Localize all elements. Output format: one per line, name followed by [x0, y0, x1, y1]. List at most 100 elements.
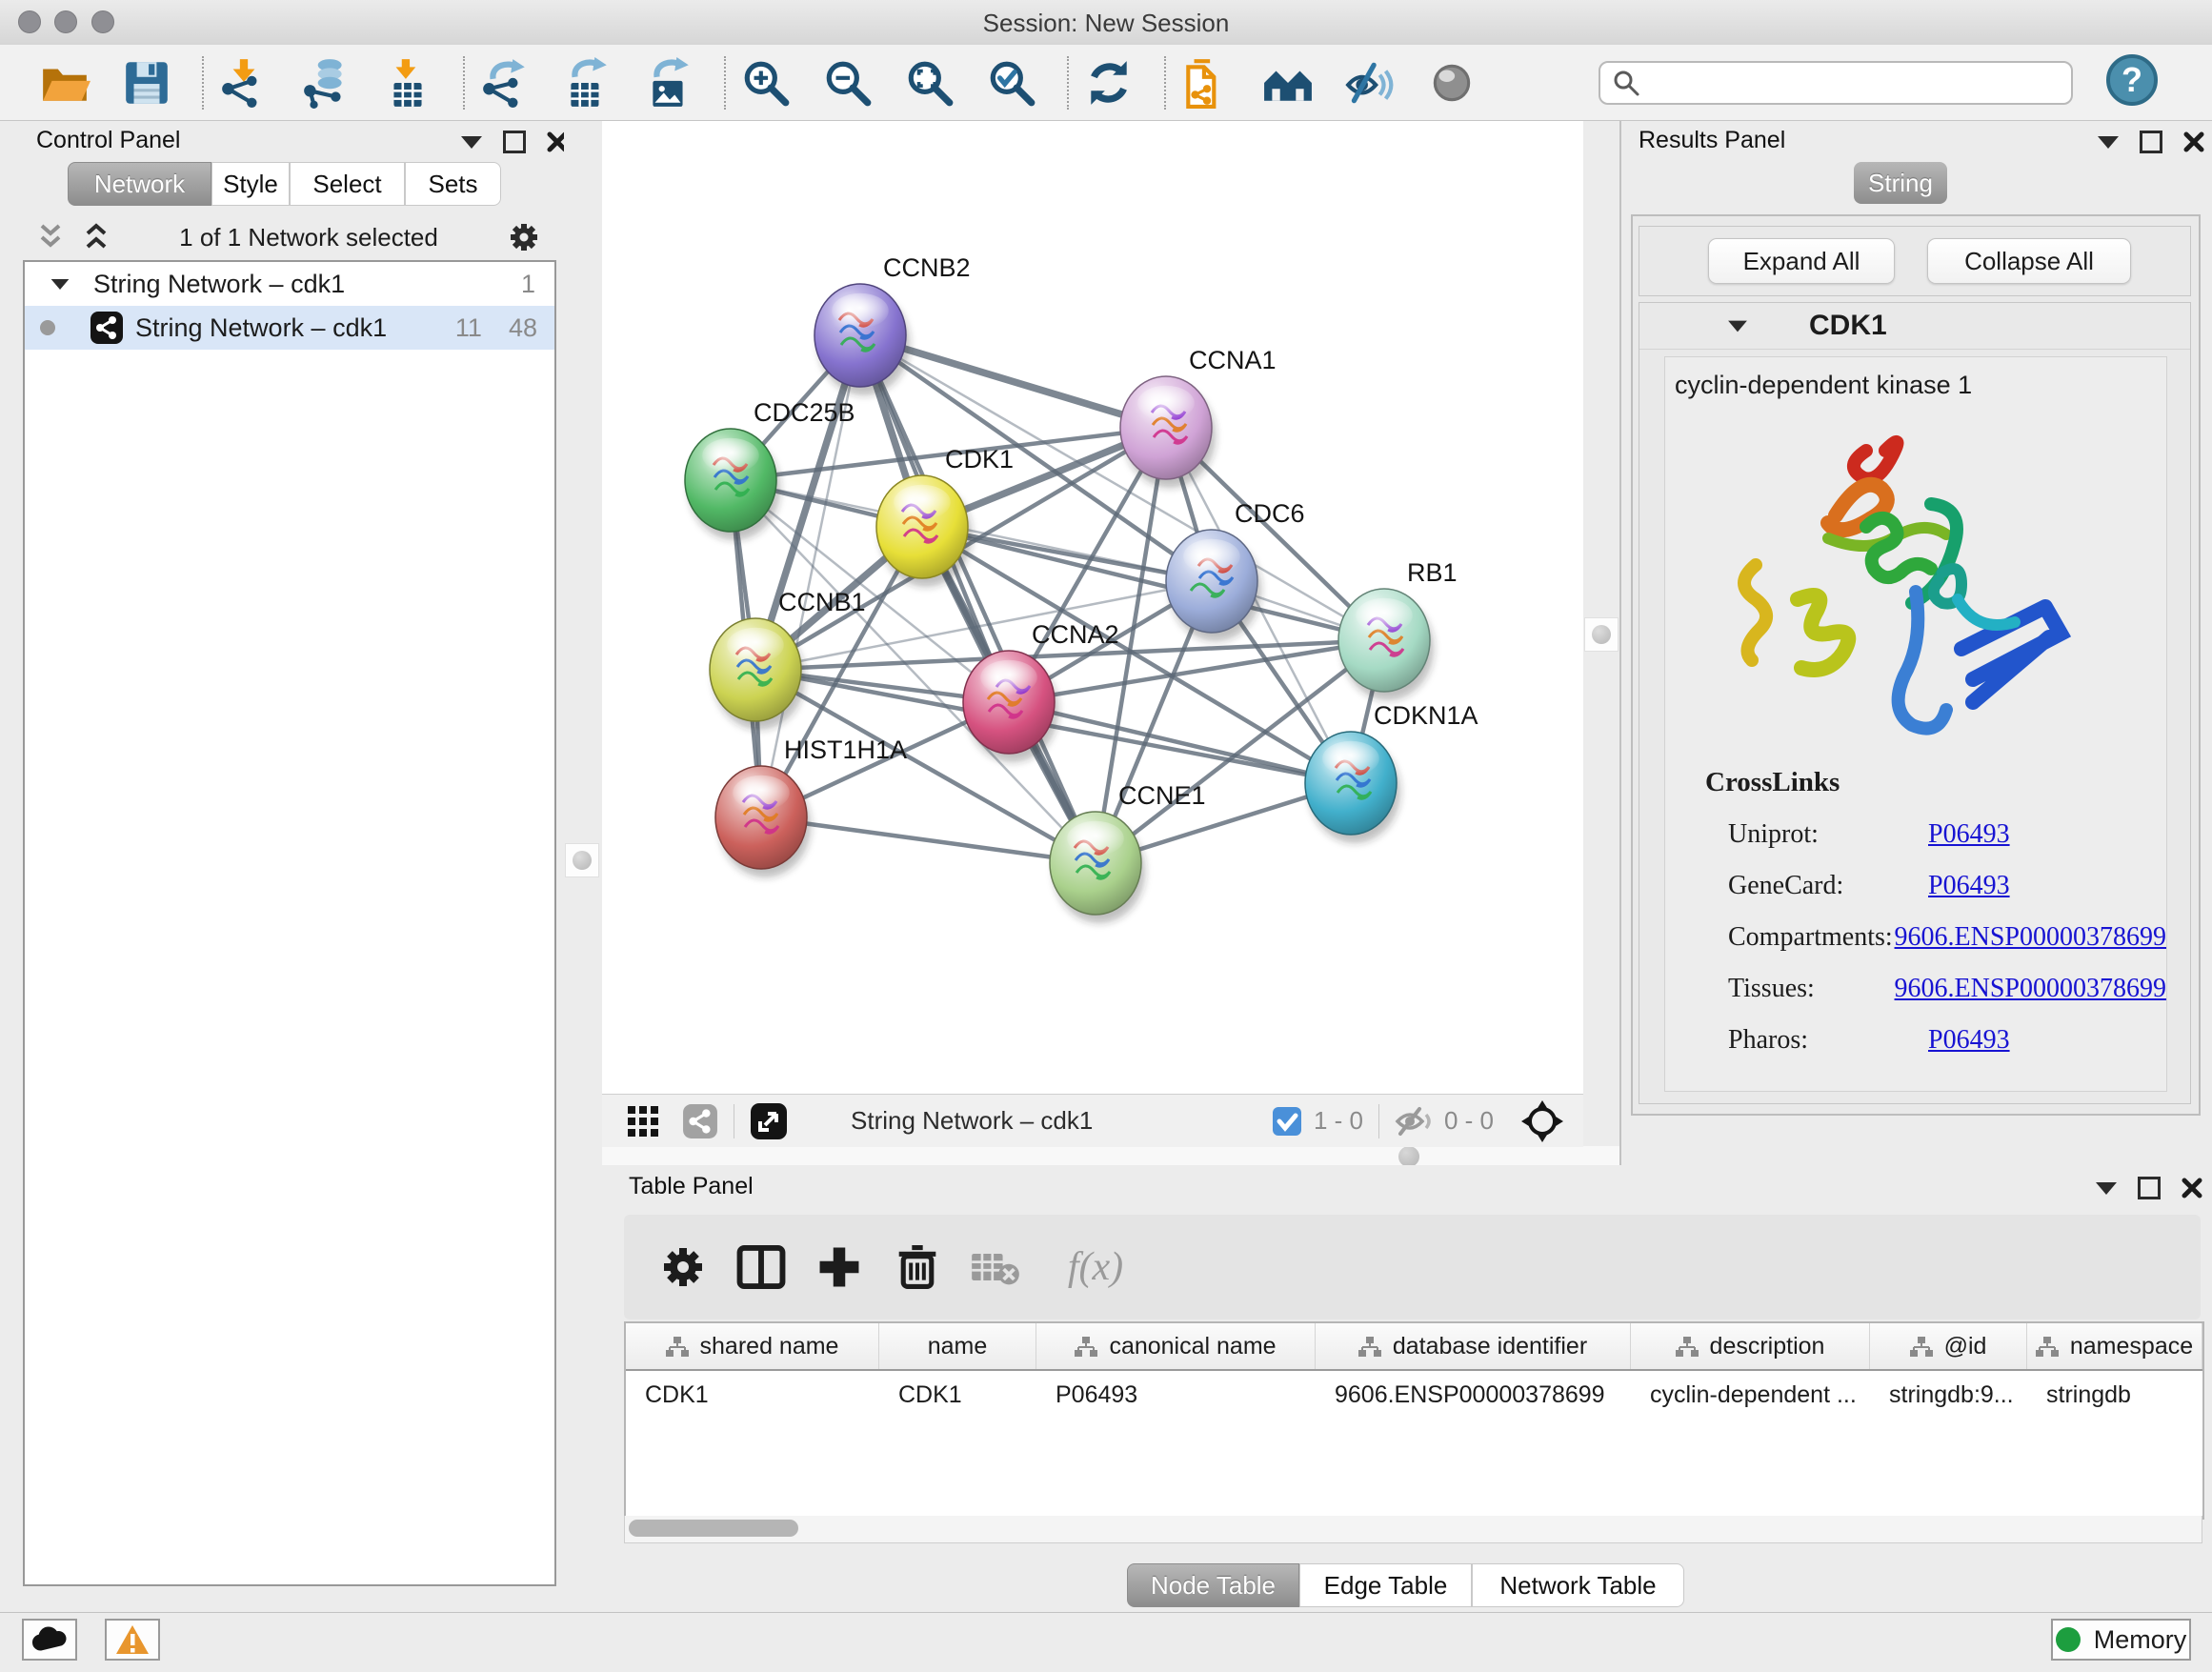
column-header--id[interactable]: @id — [1870, 1323, 2027, 1369]
hidden-eye-icon[interactable] — [1395, 1106, 1433, 1137]
hide-graphics-details-button[interactable] — [1343, 56, 1397, 110]
expand-all-chevron-icon[interactable] — [82, 222, 111, 252]
export-image-button[interactable] — [642, 56, 695, 110]
memory-button[interactable]: Memory — [2051, 1619, 2191, 1661]
network-node-CCNE1[interactable] — [1050, 812, 1145, 923]
network-node-CCNB2[interactable] — [814, 284, 910, 395]
network-node-CDKN1A[interactable] — [1305, 732, 1400, 843]
delete-column-button[interactable] — [887, 1237, 948, 1298]
crosslink-compartments-link[interactable]: 9606.ENSP00000378699 — [1895, 922, 2166, 953]
table-cell[interactable]: stringdb:9... — [1870, 1371, 2027, 1419]
function-builder-button[interactable]: f(x) — [1043, 1237, 1148, 1298]
collapse-all-button[interactable]: Collapse All — [1927, 238, 2131, 284]
add-column-button[interactable] — [809, 1237, 870, 1298]
network-node-HIST1H1A[interactable] — [715, 766, 811, 877]
export-table-button[interactable] — [560, 56, 613, 110]
collapse-all-chevron-icon[interactable] — [36, 222, 65, 252]
selected-checkbox-icon[interactable] — [1272, 1106, 1302, 1137]
network-row-selected[interactable]: String Network – cdk1 11 48 — [25, 306, 554, 350]
network-edge[interactable] — [761, 817, 1096, 863]
scrollbar-thumb[interactable] — [629, 1520, 798, 1537]
float-panel-icon[interactable] — [503, 131, 526, 153]
tab-node-table[interactable]: Node Table — [1127, 1563, 1299, 1607]
open-session-button[interactable] — [38, 56, 91, 110]
network-node-CCNA1[interactable] — [1120, 376, 1216, 488]
column-header-description[interactable]: description — [1631, 1323, 1870, 1369]
tab-edge-table[interactable]: Edge Table — [1299, 1563, 1472, 1607]
left-splitter-handle[interactable] — [565, 843, 599, 877]
float-panel-icon[interactable] — [2138, 1177, 2161, 1199]
network-node-CCNA2[interactable] — [963, 651, 1058, 762]
crosslink-pharos-link[interactable]: P06493 — [1928, 1025, 2010, 1056]
render-detail-button[interactable] — [1425, 56, 1478, 110]
network-edge[interactable] — [860, 335, 1096, 863]
tab-style[interactable]: Style — [211, 162, 290, 206]
tab-select[interactable]: Select — [290, 162, 405, 206]
warning-status-button[interactable] — [105, 1619, 160, 1661]
zoom-selected-button[interactable] — [985, 56, 1038, 110]
help-button[interactable]: ? — [2105, 53, 2159, 111]
column-header-canonical-name[interactable]: canonical name — [1036, 1323, 1316, 1369]
close-panel-icon[interactable] — [2182, 1178, 2202, 1199]
crosslink-genecard-link[interactable]: P06493 — [1928, 871, 2010, 901]
apply-layout-button[interactable] — [1082, 56, 1136, 110]
table-cell[interactable]: CDK1 — [879, 1371, 1036, 1419]
network-node-CDK1[interactable] — [876, 475, 972, 587]
show-column-panel-button[interactable] — [731, 1237, 792, 1298]
column-header-namespace[interactable]: namespace — [2027, 1323, 2202, 1369]
right-splitter[interactable] — [1583, 121, 1618, 1165]
share-session-document-button[interactable] — [1179, 56, 1233, 110]
collection-expander-icon[interactable] — [51, 278, 70, 289]
delete-table-button[interactable] — [965, 1237, 1026, 1298]
panel-menu-icon[interactable] — [2098, 136, 2119, 149]
home-networks-button[interactable] — [1261, 56, 1315, 110]
network-collection-row[interactable]: String Network – cdk1 1 — [25, 262, 554, 306]
grid-view-icon[interactable] — [627, 1105, 659, 1138]
network-share-view-icon[interactable] — [682, 1103, 718, 1139]
tab-network-table[interactable]: Network Table — [1472, 1563, 1684, 1607]
table-cell[interactable]: stringdb — [2027, 1371, 2202, 1419]
import-table-button[interactable] — [381, 56, 434, 110]
table-cell[interactable]: cyclin-dependent ... — [1631, 1371, 1870, 1419]
network-node-RB1[interactable] — [1338, 589, 1434, 700]
table-cell[interactable]: P06493 — [1036, 1371, 1316, 1419]
save-session-button[interactable] — [120, 56, 173, 110]
crosslink-uniprot-link[interactable]: P06493 — [1928, 819, 2010, 850]
node-section-header[interactable]: CDK1 — [1639, 303, 2190, 350]
zoom-fit-button[interactable] — [903, 56, 956, 110]
table-cell[interactable]: 9606.ENSP00000378699 — [1316, 1371, 1631, 1419]
column-header-database-identifier[interactable]: database identifier — [1316, 1323, 1631, 1369]
panel-menu-icon[interactable] — [2096, 1182, 2117, 1195]
horizontal-splitter-handle[interactable] — [1398, 1146, 1419, 1167]
birds-eye-view-icon[interactable] — [750, 1102, 788, 1140]
table-cell[interactable]: CDK1 — [626, 1371, 879, 1419]
table-horizontal-scrollbar[interactable] — [624, 1516, 2202, 1543]
network-edge[interactable] — [1009, 702, 1351, 783]
expand-all-button[interactable]: Expand All — [1708, 238, 1895, 284]
float-panel-icon[interactable] — [2140, 131, 2162, 153]
network-node-CDC25B[interactable] — [685, 429, 780, 540]
import-network-from-database-button[interactable] — [299, 56, 352, 110]
import-network-from-file-button[interactable] — [217, 56, 271, 110]
tab-string[interactable]: String — [1854, 162, 1947, 204]
table-row[interactable]: CDK1CDK1P064939606.ENSP00000378699cyclin… — [626, 1371, 2202, 1419]
panel-menu-icon[interactable] — [461, 136, 482, 149]
column-header-name[interactable]: name — [879, 1323, 1036, 1369]
network-node-CDC6[interactable] — [1166, 530, 1261, 641]
close-panel-icon[interactable] — [2183, 131, 2204, 152]
network-canvas[interactable]: CCNB2CCNA1CDC25BCDK1CDC6RB1CCNB1CCNA2CDK… — [602, 121, 1583, 1094]
right-splitter-handle[interactable] — [1584, 617, 1619, 652]
table-options-button[interactable] — [653, 1237, 714, 1298]
fit-selected-crosshair-icon[interactable] — [1520, 1099, 1564, 1143]
section-expander-icon[interactable] — [1728, 320, 1747, 332]
zoom-in-button[interactable] — [739, 56, 793, 110]
cloud-status-button[interactable] — [22, 1619, 77, 1661]
column-header-shared-name[interactable]: shared name — [626, 1323, 879, 1369]
tab-sets[interactable]: Sets — [405, 162, 501, 206]
crosslink-tissues-link[interactable]: 9606.ENSP00000378699 — [1895, 974, 2166, 1004]
search-input[interactable] — [1640, 68, 2044, 97]
tab-network[interactable]: Network — [68, 162, 211, 206]
network-options-gear-icon[interactable] — [507, 220, 541, 254]
left-splitter[interactable] — [564, 121, 598, 1612]
export-network-button[interactable] — [478, 56, 532, 110]
